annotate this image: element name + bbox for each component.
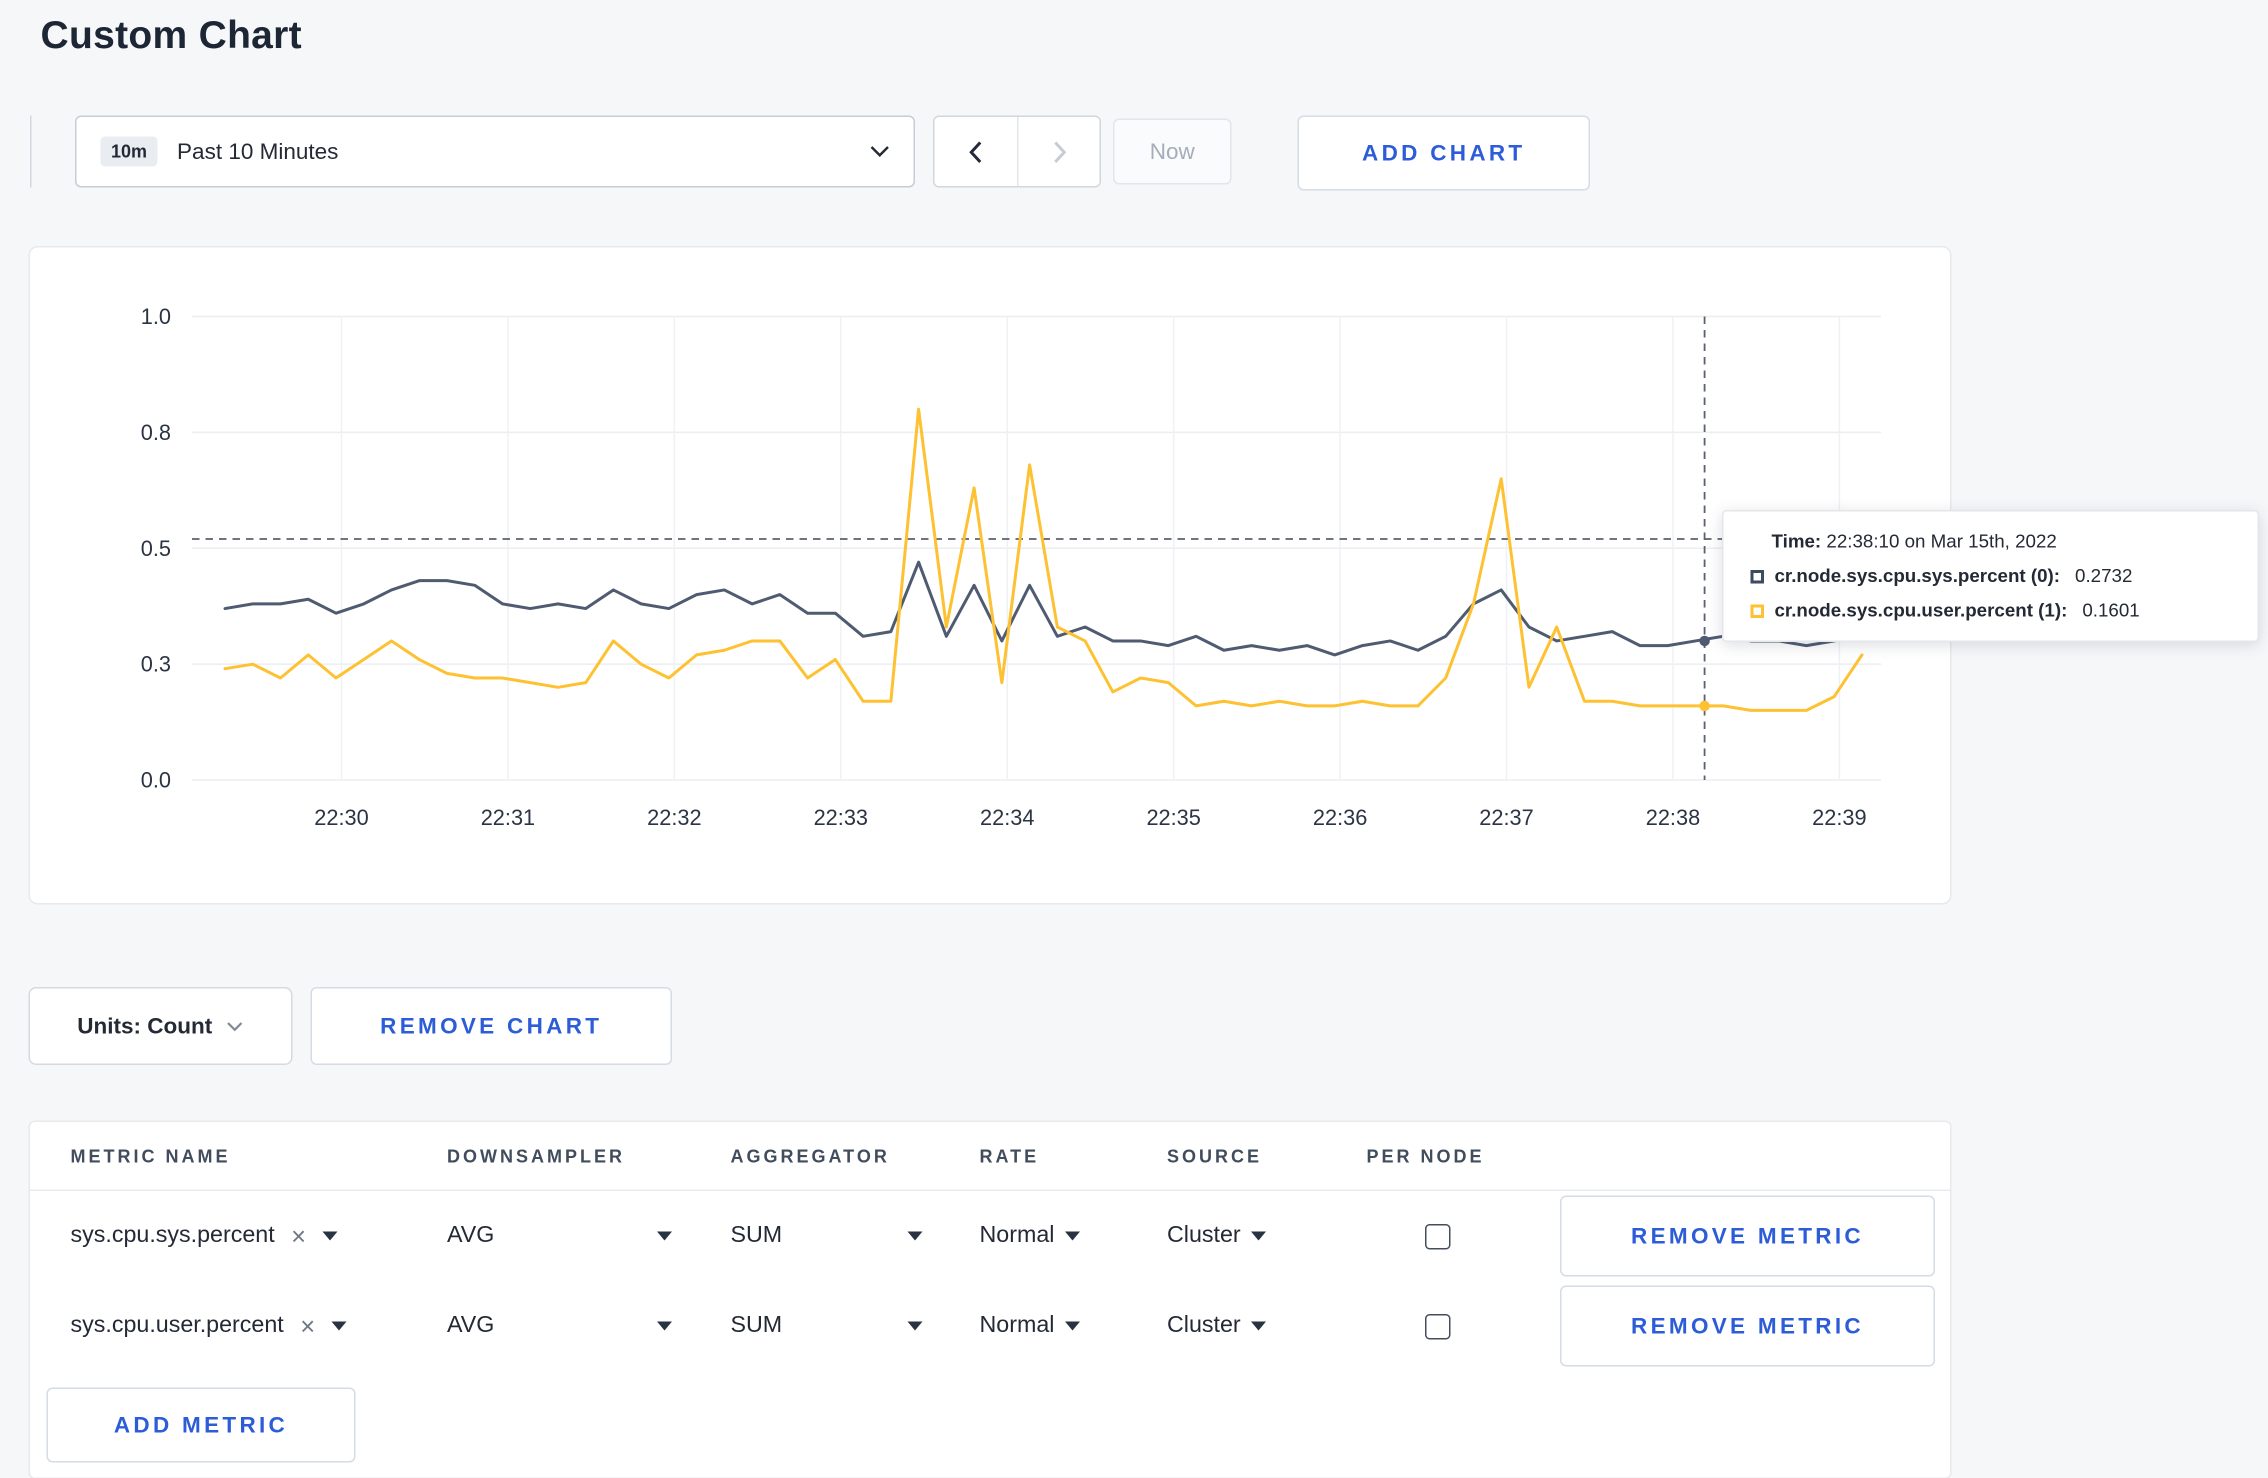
- chevron-right-icon: [1053, 140, 1066, 163]
- svg-text:22:30: 22:30: [314, 805, 368, 830]
- caret-down-icon: [322, 1231, 338, 1241]
- caret-down-icon: [907, 1321, 923, 1331]
- time-range-value: Past 10 Minutes: [177, 138, 339, 165]
- chart-tooltip: Time: 22:38:10 on Mar 15th, 2022 cr.node…: [1722, 510, 2259, 642]
- source-value: Cluster: [1167, 1222, 1241, 1249]
- rate-value: Normal: [979, 1312, 1055, 1339]
- remove-metric-button[interactable]: REMOVE METRIC: [1560, 1285, 1935, 1367]
- metric-name-select[interactable]: sys.cpu.user.percent ×: [71, 1313, 448, 1340]
- metric-row: sys.cpu.sys.percent × AVG SUM Normal Clu…: [30, 1191, 1950, 1281]
- page-title: Custom Chart: [40, 12, 302, 57]
- units-dropdown[interactable]: Units: Count: [28, 987, 293, 1065]
- add-metric-button[interactable]: ADD METRIC: [46, 1387, 356, 1463]
- chevron-left-icon: [969, 140, 982, 163]
- caret-down-icon: [1251, 1321, 1267, 1331]
- tooltip-series-label: cr.node.sys.cpu.sys.percent (0):: [1774, 565, 2061, 587]
- svg-text:22:36: 22:36: [1313, 805, 1367, 830]
- caret-down-icon: [331, 1321, 347, 1331]
- header-downsampler: DOWNSAMPLER: [447, 1145, 626, 1167]
- metric-row: sys.cpu.user.percent × AVG SUM Normal Cl…: [30, 1281, 1950, 1371]
- svg-text:1.0: 1.0: [141, 304, 171, 329]
- svg-text:0.5: 0.5: [141, 536, 171, 561]
- chevron-down-icon: [870, 146, 889, 157]
- series-swatch: [1750, 569, 1764, 583]
- aggregator-select[interactable]: SUM: [731, 1223, 923, 1250]
- rate-value: Normal: [979, 1222, 1055, 1249]
- svg-text:22:34: 22:34: [980, 805, 1034, 830]
- svg-text:22:39: 22:39: [1812, 805, 1866, 830]
- tooltip-series-value: 0.1601: [2082, 600, 2140, 621]
- remove-chart-button[interactable]: REMOVE CHART: [310, 987, 672, 1065]
- svg-text:0.3: 0.3: [141, 652, 171, 677]
- time-pager: [933, 115, 1101, 188]
- svg-text:22:33: 22:33: [814, 805, 868, 830]
- tooltip-time: Time: 22:38:10 on Mar 15th, 2022: [1751, 531, 2237, 552]
- units-label: Units: Count: [77, 1013, 213, 1039]
- svg-text:22:35: 22:35: [1146, 805, 1200, 830]
- source-value: Cluster: [1167, 1312, 1241, 1339]
- downsampler-select[interactable]: AVG: [447, 1223, 672, 1250]
- caret-down-icon: [1064, 1321, 1080, 1331]
- toolbar-divider: [30, 115, 32, 188]
- now-button[interactable]: Now: [1113, 118, 1232, 185]
- downsampler-value: AVG: [447, 1222, 495, 1249]
- tooltip-time-label: Time:: [1771, 531, 1822, 552]
- per-node-checkbox[interactable]: [1425, 1313, 1451, 1339]
- metric-name-value: sys.cpu.user.percent: [70, 1312, 284, 1339]
- header-aggregator: AGGREGATOR: [730, 1145, 890, 1167]
- header-source: SOURCE: [1167, 1145, 1263, 1167]
- rate-select[interactable]: Normal: [980, 1313, 1168, 1340]
- chevron-down-icon: [227, 1021, 244, 1031]
- add-chart-button[interactable]: ADD CHART: [1297, 115, 1590, 191]
- rate-select[interactable]: Normal: [980, 1223, 1168, 1250]
- svg-text:22:32: 22:32: [647, 805, 701, 830]
- clear-metric-icon[interactable]: ×: [291, 1223, 306, 1249]
- aggregator-value: SUM: [730, 1222, 783, 1249]
- series-swatch: [1750, 603, 1764, 618]
- aggregator-select[interactable]: SUM: [731, 1313, 923, 1340]
- svg-text:22:37: 22:37: [1479, 805, 1533, 830]
- time-range-badge: 10m: [100, 136, 158, 167]
- svg-text:0.8: 0.8: [141, 420, 171, 445]
- caret-down-icon: [1064, 1231, 1080, 1241]
- next-time-button[interactable]: [1017, 117, 1100, 186]
- source-select[interactable]: Cluster: [1167, 1313, 1367, 1340]
- source-select[interactable]: Cluster: [1167, 1223, 1367, 1250]
- time-range-dropdown[interactable]: 10m Past 10 Minutes: [75, 115, 915, 188]
- tooltip-series-value: 0.2732: [2075, 565, 2133, 587]
- header-metric-name: METRIC NAME: [70, 1145, 231, 1167]
- tooltip-series-row: cr.node.sys.cpu.sys.percent (0): 0.2732: [1750, 565, 2237, 587]
- aggregator-value: SUM: [730, 1312, 783, 1339]
- metric-name-select[interactable]: sys.cpu.sys.percent ×: [71, 1223, 448, 1250]
- caret-down-icon: [657, 1231, 672, 1241]
- svg-text:0.0: 0.0: [141, 768, 171, 793]
- svg-text:22:31: 22:31: [481, 805, 535, 830]
- prev-time-button[interactable]: [934, 117, 1017, 186]
- downsampler-select[interactable]: AVG: [447, 1313, 672, 1340]
- remove-metric-button[interactable]: REMOVE METRIC: [1560, 1195, 1935, 1277]
- tooltip-time-value: 22:38:10 on Mar 15th, 2022: [1826, 531, 2057, 552]
- chart-plot[interactable]: 0.0 0.3 0.5 0.8 1.0 22:30 22:31 22:32 22:33 22:34…: [30, 248, 1953, 848]
- tooltip-series-row: cr.node.sys.cpu.user.percent (1): 0.1601: [1750, 600, 2237, 621]
- header-rate: RATE: [979, 1145, 1040, 1167]
- per-node-checkbox[interactable]: [1425, 1223, 1451, 1249]
- chart-card: 0.0 0.3 0.5 0.8 1.0 22:30 22:31 22:32 22:33 22:34…: [28, 246, 2259, 905]
- caret-down-icon: [657, 1321, 672, 1331]
- downsampler-value: AVG: [447, 1312, 495, 1339]
- caret-down-icon: [1251, 1231, 1267, 1241]
- header-per-node: PER NODE: [1366, 1145, 1485, 1167]
- tooltip-series-label: cr.node.sys.cpu.user.percent (1):: [1774, 600, 2068, 621]
- caret-down-icon: [907, 1231, 923, 1241]
- metrics-table-header: METRIC NAME DOWNSAMPLER AGGREGATOR RATE …: [30, 1122, 1950, 1191]
- svg-text:22:38: 22:38: [1646, 805, 1700, 830]
- clear-metric-icon[interactable]: ×: [300, 1313, 315, 1339]
- metric-name-value: sys.cpu.sys.percent: [70, 1222, 275, 1249]
